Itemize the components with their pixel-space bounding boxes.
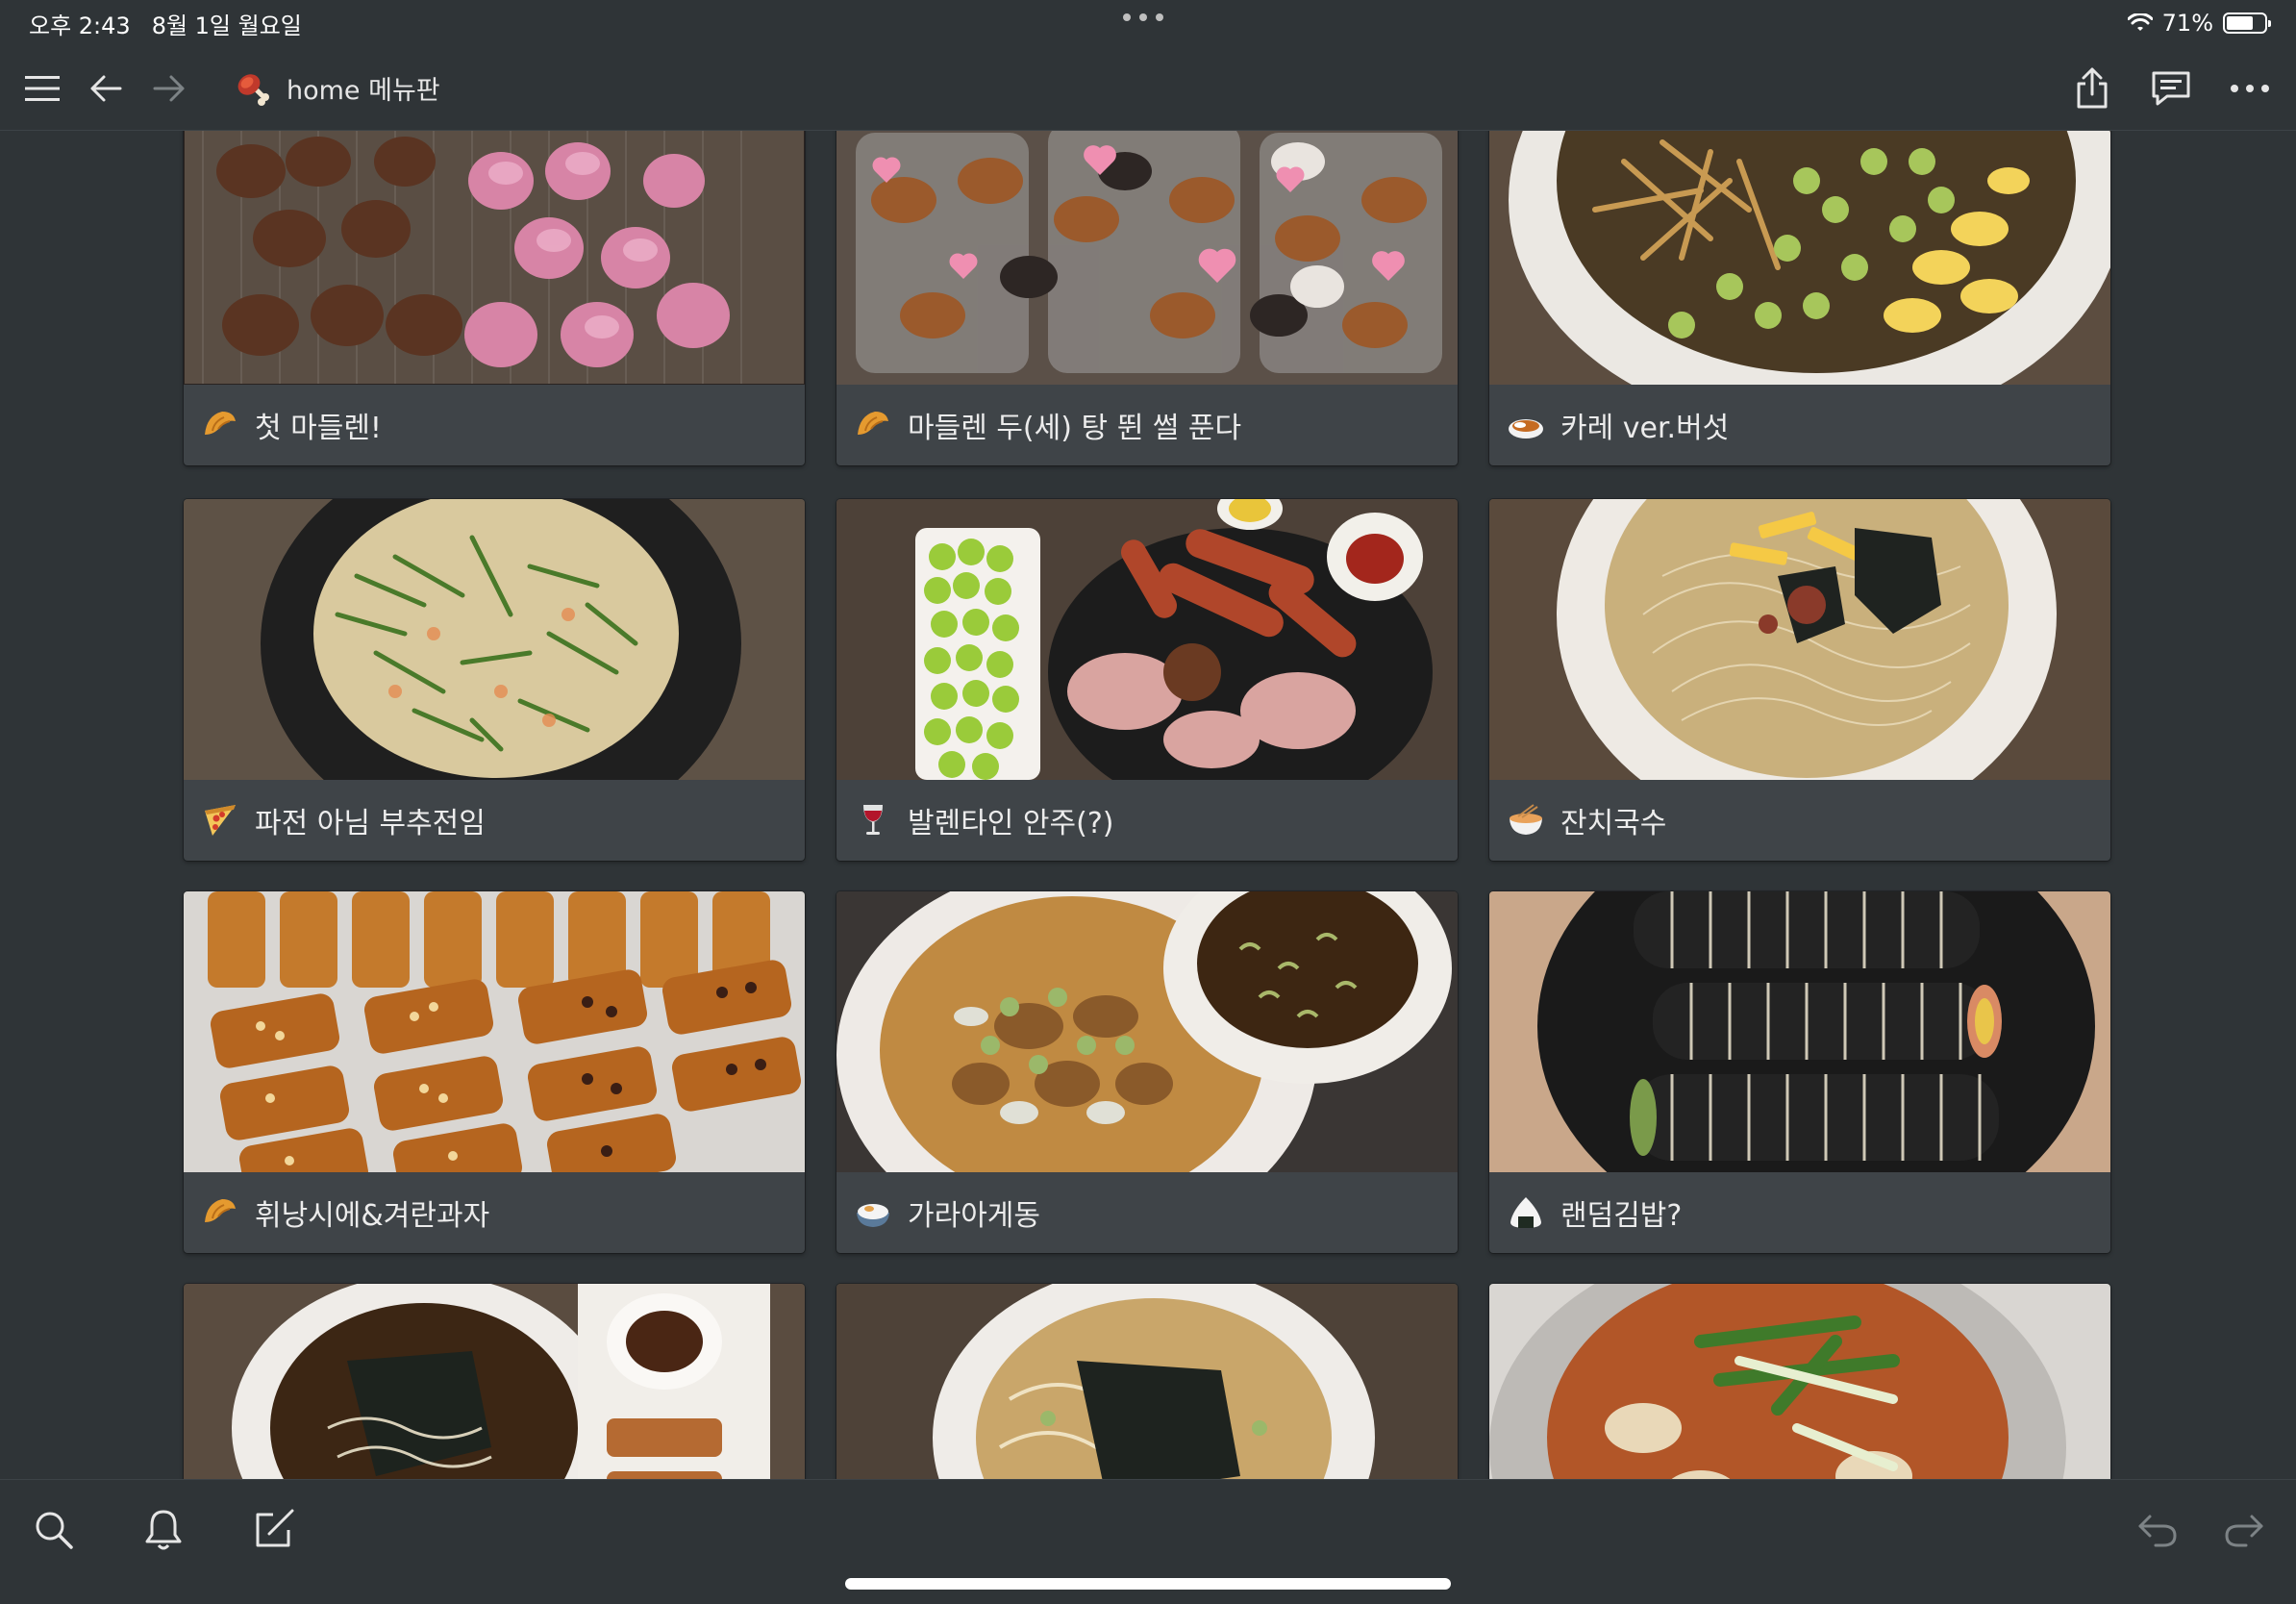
card-title: 마들렌 두(세) 탕 뛴 썰 푼다 [908, 412, 1242, 445]
gallery-card[interactable]: 파전 아님 부추전임 [184, 499, 805, 861]
battery-percent: 71% [2161, 10, 2213, 37]
status-time: 오후 2:43 [29, 12, 131, 39]
card-title: 가라아게동 [908, 1199, 1040, 1233]
gallery-card[interactable] [836, 1284, 1458, 1479]
card-image-gimbap [1489, 891, 2110, 1172]
card-image-udon [836, 1284, 1458, 1479]
rice-bowl-icon [854, 1193, 892, 1232]
gallery-card[interactable]: 마들렌 두(세) 탕 뛴 썰 푼다 [836, 131, 1458, 465]
bottom-toolbar-right [2129, 1501, 2273, 1559]
wine-glass-icon [854, 801, 892, 840]
card-caption: 휘낭시에&겨란과자 [184, 1172, 805, 1253]
share-icon[interactable] [2063, 60, 2121, 117]
redo-icon[interactable] [2215, 1501, 2273, 1559]
gallery-card[interactable]: 랜덤김밥? [1489, 891, 2110, 1253]
pizza-icon [201, 801, 239, 840]
card-caption: 랜덤김밥? [1489, 1172, 2110, 1253]
bell-icon[interactable] [135, 1501, 192, 1559]
card-image-madeleine-bags [836, 131, 1458, 385]
card-image-financier [184, 891, 805, 1172]
back-arrow-icon[interactable] [77, 60, 135, 117]
card-title: 발렌타인 안주(?) [908, 807, 1114, 840]
card-image-madeleine [184, 131, 805, 385]
status-right: 71% [2127, 10, 2271, 37]
more-options-icon[interactable] [2221, 60, 2279, 117]
multitasking-dots-icon[interactable] [1123, 13, 1163, 21]
gallery-view: 첫 마들렌! 마들렌 두(세) 탕 뛴 썰 푼다 카레 ver.버섯 파전 아님… [0, 131, 2296, 1479]
page-title: home 메뉴판 [287, 76, 440, 106]
meat-on-bone-icon [237, 73, 269, 106]
bottom-toolbar [0, 1479, 2296, 1604]
card-image-curry [1489, 131, 2110, 385]
card-caption: 파전 아님 부추전임 [184, 780, 805, 861]
forward-arrow-icon[interactable] [140, 60, 198, 117]
noodle-bowl-icon [1507, 801, 1545, 840]
undo-icon[interactable] [2129, 1501, 2186, 1559]
croissant-icon [201, 406, 239, 444]
card-title: 잔치국수 [1560, 807, 1667, 840]
card-caption: 잔치국수 [1489, 780, 2110, 861]
card-caption: 마들렌 두(세) 탕 뛴 썰 푼다 [836, 385, 1458, 465]
gallery-card[interactable] [1489, 1284, 2110, 1479]
status-left: 오후 2:43 8월 1일 월요일 [29, 7, 302, 40]
croissant-icon [854, 406, 892, 444]
card-title: 파전 아님 부추전임 [255, 807, 486, 840]
card-caption: 가라아게동 [836, 1172, 1458, 1253]
gallery-card[interactable] [184, 1284, 805, 1479]
gallery-card[interactable]: 카레 ver.버섯 [1489, 131, 2110, 465]
status-bar: 오후 2:43 8월 1일 월요일 71% [0, 0, 2296, 46]
card-image-janchi-guksu [1489, 499, 2110, 780]
card-title: 첫 마들렌! [255, 412, 382, 445]
new-page-icon[interactable] [244, 1501, 302, 1559]
nav-right [2063, 60, 2279, 117]
home-indicator[interactable] [845, 1578, 1451, 1590]
battery-icon [2223, 13, 2271, 34]
card-image-karaage-don [836, 891, 1458, 1172]
nav-bar: home 메뉴판 [0, 46, 2296, 131]
card-title: 휘낭시에&겨란과자 [255, 1199, 490, 1233]
rice-ball-icon [1507, 1193, 1545, 1232]
gallery-card[interactable]: 첫 마들렌! [184, 131, 805, 465]
gallery-card[interactable]: 가라아게동 [836, 891, 1458, 1253]
card-image-valentine-snacks [836, 499, 1458, 780]
search-icon[interactable] [25, 1501, 83, 1559]
card-image-buchujeon [184, 499, 805, 780]
hamburger-menu-icon[interactable] [13, 60, 71, 117]
battery-fill [2227, 16, 2253, 30]
nav-left: home 메뉴판 [0, 60, 440, 117]
wifi-icon [2127, 13, 2153, 31]
card-title: 랜덤김밥? [1560, 1199, 1683, 1233]
card-image-soba [184, 1284, 805, 1479]
comments-icon[interactable] [2142, 60, 2200, 117]
card-title: 카레 ver.버섯 [1560, 412, 1730, 445]
card-caption: 첫 마들렌! [184, 385, 805, 465]
breadcrumb[interactable]: home 메뉴판 [233, 68, 440, 109]
status-date: 8월 1일 월요일 [151, 12, 302, 39]
bottom-toolbar-left [25, 1501, 302, 1559]
gallery-card[interactable]: 휘낭시에&겨란과자 [184, 891, 805, 1253]
gallery-card[interactable]: 잔치국수 [1489, 499, 2110, 861]
card-caption: 카레 ver.버섯 [1489, 385, 2110, 465]
croissant-icon [201, 1193, 239, 1232]
gallery-card[interactable]: 발렌타인 안주(?) [836, 499, 1458, 861]
card-caption: 발렌타인 안주(?) [836, 780, 1458, 861]
card-image-ramyeon [1489, 1284, 2110, 1479]
curry-rice-icon [1507, 406, 1545, 444]
